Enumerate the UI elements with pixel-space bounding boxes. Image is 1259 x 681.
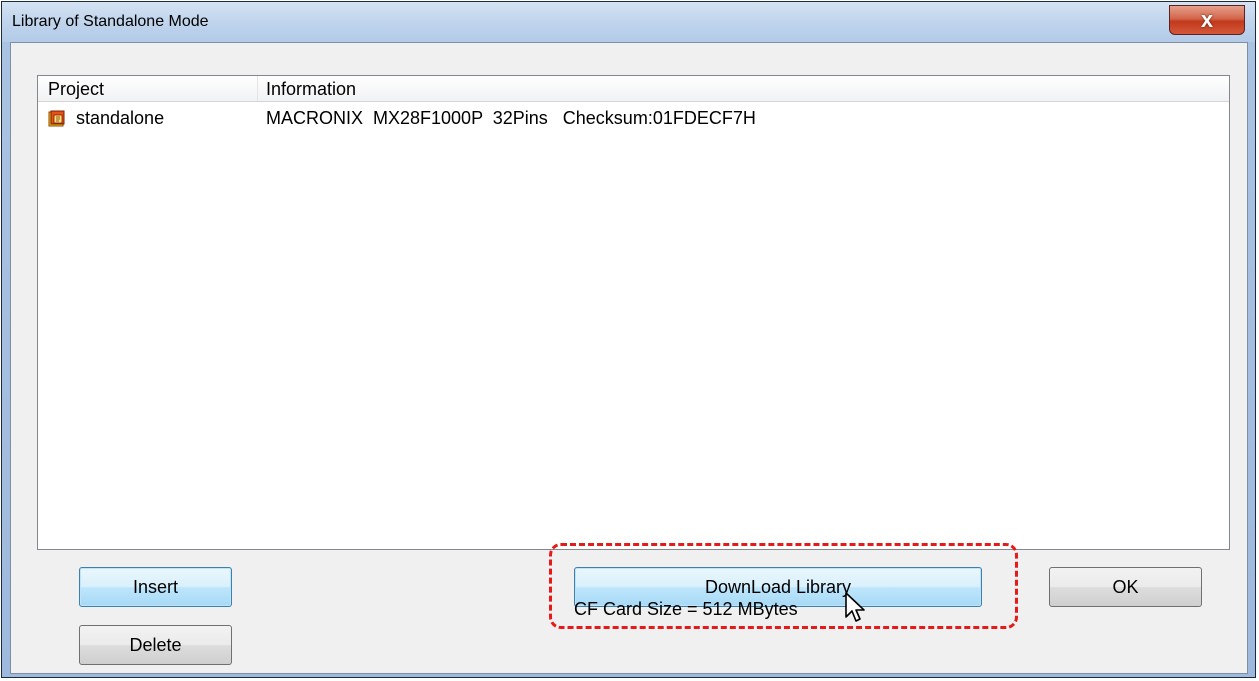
list-item[interactable]: standalone MACRONIX MX28F1000P 32Pins Ch…: [38, 106, 1229, 130]
column-header-information[interactable]: Information: [266, 79, 356, 100]
project-list[interactable]: Project Information standalone MACRONIX …: [37, 75, 1230, 550]
dialog-client-area: Project Information standalone MACRONIX …: [10, 42, 1248, 674]
close-icon: x: [1200, 7, 1214, 32]
close-button[interactable]: x: [1169, 5, 1245, 35]
delete-button[interactable]: Delete: [79, 625, 232, 665]
row-project-name: standalone: [76, 108, 165, 128]
project-file-icon: [48, 110, 65, 127]
list-header: Project Information: [38, 76, 1229, 102]
window-title: Library of Standalone Mode: [12, 13, 209, 30]
cf-card-size-label: CF Card Size = 512 MBytes: [574, 599, 798, 619]
mouse-pointer-icon: [845, 592, 865, 622]
column-separator[interactable]: [257, 76, 258, 101]
insert-button[interactable]: Insert: [79, 567, 232, 607]
ok-button[interactable]: OK: [1049, 567, 1202, 607]
dialog-window: Library of Standalone Mode x Project Inf…: [1, 1, 1256, 678]
title-bar[interactable]: Library of Standalone Mode x: [2, 2, 1255, 42]
column-header-project[interactable]: Project: [48, 79, 104, 100]
row-information: MACRONIX MX28F1000P 32Pins Checksum:01FD…: [266, 108, 756, 128]
